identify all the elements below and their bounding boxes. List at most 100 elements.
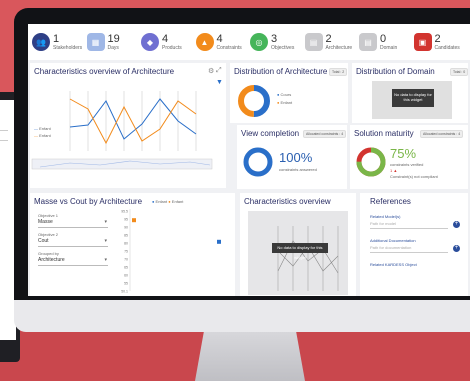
y-tick-label: 80 xyxy=(124,242,128,246)
candidates-icon: ▣ xyxy=(413,33,432,51)
masse-vs-cout-panel: Masse vs Cout by Architecture Objective … xyxy=(30,193,235,296)
legend-enfant: ● Enfant xyxy=(277,100,293,105)
grouped-by-label: Grouped by xyxy=(38,251,59,256)
noncompliant-count: 1 ▲ xyxy=(390,168,398,173)
kpi-label: Objectives xyxy=(271,44,295,51)
scatter-point xyxy=(217,239,221,244)
empty-placeholder: No data to display for this widget xyxy=(372,81,452,119)
panel-title: View completion xyxy=(241,129,300,138)
calendar-icon: ▦ xyxy=(86,33,105,51)
maturity-caption: constraints verified xyxy=(390,162,424,167)
scatter-chart: 95.5 95 90 85 80 75 70 65 60 55 50.1 xyxy=(121,209,221,294)
kpi-value: 2 xyxy=(434,32,441,45)
kpi-stakeholders[interactable]: 👥 1 Stakeholders xyxy=(32,28,85,56)
scatter-point xyxy=(132,218,136,223)
panel-title: References xyxy=(370,197,411,206)
add-documentation-button[interactable]: + xyxy=(453,245,460,252)
kpi-value: 1 xyxy=(53,32,60,45)
documentation-path-input[interactable]: Path for documentation xyxy=(370,245,448,253)
empty-message: No data to display for this widget xyxy=(272,243,328,260)
chevron-down-icon: ▾ xyxy=(104,238,107,244)
completion-caption: constraints answered xyxy=(279,167,317,172)
chevron-down-icon: ▾ xyxy=(104,257,107,263)
panel-title: Solution maturity xyxy=(354,129,414,138)
grouped-by-select[interactable]: Architecture ▾ xyxy=(38,257,108,266)
kpi-objectives[interactable]: ◎ 3 Objectives xyxy=(250,28,303,56)
kpi-value: 19 xyxy=(107,32,120,45)
objective2-label: Objective 2 xyxy=(38,232,59,237)
y-tick-label: 90 xyxy=(124,226,128,230)
distribution-domain-panel: Distribution of Domain Total : 0 No data… xyxy=(352,63,468,123)
dashboard-screen: 👥 1 Stakeholders ▦ 19 Days ◆ 4 Products ▲ 4 Constra… xyxy=(28,24,470,296)
documentation-label: Additional Documentation xyxy=(370,238,416,243)
kpi-domain[interactable]: ▤ 0 Domain xyxy=(359,28,412,56)
y-tick-label: 60 xyxy=(124,274,128,278)
characteristics-architecture-panel: Characteristics overview of Architecture… xyxy=(30,63,226,188)
objective2-select[interactable]: Cout ▾ xyxy=(38,238,108,247)
kpi-days[interactable]: ▦ 19 Days xyxy=(86,28,140,56)
objective1-select[interactable]: Masse ▾ xyxy=(38,219,108,228)
kpi-label: Stakeholders xyxy=(53,44,83,51)
kpi-label: Architecture xyxy=(325,44,353,51)
kpi-value: 4 xyxy=(216,32,223,45)
allocated-chip: Allocated constraints : 4 xyxy=(303,130,347,138)
y-tick-label: 55 xyxy=(124,282,128,286)
kpi-value: 3 xyxy=(271,32,278,45)
domain-icon: ▤ xyxy=(359,33,377,51)
overview-placeholder: No data to display for this widget xyxy=(248,211,348,295)
target-icon: ◎ xyxy=(250,33,268,51)
maturity-gauge xyxy=(356,147,386,177)
completion-gauge xyxy=(243,147,273,177)
y-tick-label: 95 xyxy=(124,218,128,222)
product-icon: ◆ xyxy=(141,33,159,51)
model-path-input[interactable]: Path for model xyxy=(370,221,448,229)
panel-title: Masse vs Cout by Architecture xyxy=(34,197,143,206)
monitor-stand xyxy=(195,332,305,381)
total-chip: Total : 0 xyxy=(450,68,468,76)
legend-cours: ● Cours xyxy=(277,92,292,97)
allocated-chip: Allocated constraints : 4 xyxy=(420,130,464,138)
kpi-value: 2 xyxy=(325,32,332,45)
kpi-value: 4 xyxy=(162,32,169,45)
add-model-button[interactable]: + xyxy=(453,221,460,228)
y-tick-label: 75 xyxy=(124,250,128,254)
kpi-label: Constraints xyxy=(216,44,242,51)
panel-title: Characteristics overview xyxy=(244,197,331,206)
chevron-down-icon: ▾ xyxy=(104,219,107,225)
y-tick-label: 65 xyxy=(124,266,128,270)
settings-icon[interactable]: ⚙ xyxy=(208,67,214,75)
total-chip: Total : 2 xyxy=(329,68,348,76)
panel-title: Distribution of Architecture xyxy=(234,67,328,76)
maturity-percent: 75% xyxy=(390,146,417,161)
people-icon: 👥 xyxy=(32,33,50,51)
panel-title: Characteristics overview of Architecture xyxy=(34,67,175,76)
kpi-candidates[interactable]: ▣ 2 Candidates xyxy=(413,28,467,56)
y-tick-label: 85 xyxy=(124,234,128,238)
kpi-products[interactable]: ◆ 4 Products xyxy=(141,28,194,56)
kpi-label: Domain xyxy=(380,44,398,51)
expand-icon[interactable]: ⤢ xyxy=(216,67,222,75)
related-object-label: Related KARDESS Object xyxy=(370,262,417,267)
y-tick-label: 50.1 xyxy=(121,290,128,294)
related-models-label: Related Model(s) xyxy=(370,214,401,219)
references-panel: References Related Model(s) Path for mod… xyxy=(360,193,468,296)
architecture-icon: ▤ xyxy=(304,33,323,51)
parallel-coordinates-chart xyxy=(31,91,213,170)
kpi-label: Products xyxy=(162,44,182,51)
kpi-constraints[interactable]: ▲ 4 Constraints xyxy=(195,28,249,56)
kpi-architecture[interactable]: ▤ 2 Architecture xyxy=(304,28,358,56)
warning-icon: ▲ xyxy=(195,33,214,51)
empty-message: No data to display for this widget xyxy=(392,89,434,107)
kpi-strip: 👥 1 Stakeholders ▦ 19 Days ◆ 4 Products ▲ 4 Constra… xyxy=(28,24,470,60)
panel-title: Distribution of Domain xyxy=(356,67,435,76)
completion-percent: 100% xyxy=(279,150,313,165)
kpi-label: Candidates xyxy=(434,44,460,51)
donut-chart xyxy=(238,85,270,117)
kpi-label: Days xyxy=(107,44,119,51)
distribution-architecture-panel: Distribution of Architecture Total : 2 ●… xyxy=(230,63,348,123)
objective1-label: Objective 1 xyxy=(38,213,59,218)
y-tick-label: 95.5 xyxy=(121,210,128,214)
view-completion-panel: View completion Allocated constraints : … xyxy=(237,125,347,189)
characteristics-overview-panel: Characteristics overview No data to disp… xyxy=(240,193,356,296)
solution-maturity-panel: Solution maturity Allocated constraints … xyxy=(350,125,468,189)
